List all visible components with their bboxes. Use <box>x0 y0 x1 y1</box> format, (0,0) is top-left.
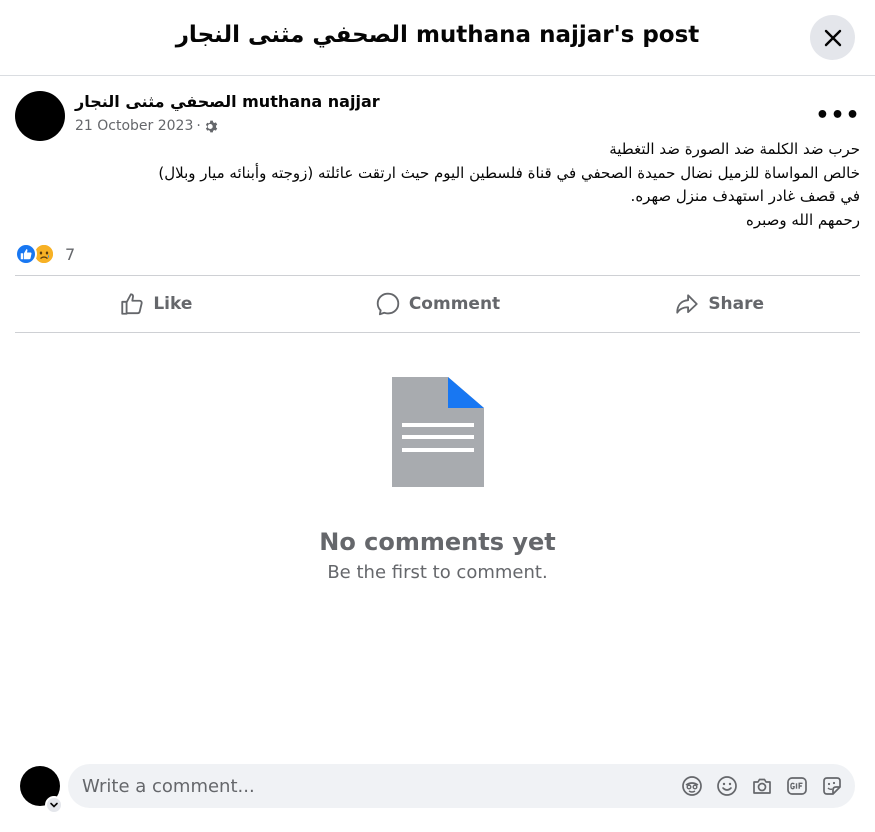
share-icon <box>676 294 698 314</box>
document-icon <box>391 377 484 487</box>
author-name[interactable]: الصحفي مثنى النجار muthana najjar <box>75 92 380 111</box>
reaction-count[interactable]: 7 <box>65 245 75 264</box>
comment-input[interactable] <box>82 764 662 808</box>
close-icon <box>824 29 841 46</box>
like-button[interactable]: Like <box>15 276 297 332</box>
dialog-title: الصحفي مثنى النجار muthana najjar's post <box>175 22 700 48</box>
comment-label: Comment <box>408 294 501 314</box>
post-text-line: في قصف غادر استهدف منزل صهره. <box>630 187 860 205</box>
action-bar: Like Comment Share <box>15 276 860 332</box>
comment-button[interactable]: Comment <box>297 276 579 332</box>
post-text-line: رحمهم الله وصبره <box>745 210 860 229</box>
empty-comments-subtitle: Be the first to comment. <box>327 562 548 583</box>
post-meta: 21 October 2023 · <box>75 118 219 134</box>
empty-comments-title: No comments yet <box>319 528 556 556</box>
gear-icon[interactable] <box>204 119 219 134</box>
author-avatar[interactable] <box>15 91 65 141</box>
divider <box>15 332 860 333</box>
emoji-icon[interactable] <box>716 775 738 797</box>
like-reaction-icon <box>15 243 37 265</box>
close-button[interactable] <box>810 15 855 60</box>
post-text-line: حرب ضد الكلمة ضد الصورة ضد التغطية <box>609 140 860 158</box>
chevron-down-icon[interactable] <box>45 796 63 814</box>
empty-comments <box>0 377 875 491</box>
reactions-summary[interactable]: 7 <box>15 241 75 267</box>
post-text-line: خالص المواساة للزميل نضال حميدة الصحفي ف… <box>158 163 860 182</box>
comment-icon <box>376 292 400 316</box>
meta-separator: · <box>196 118 201 134</box>
share-button[interactable]: Share <box>578 276 860 332</box>
camera-icon[interactable] <box>751 775 773 797</box>
dialog-header: الصحفي مثنى النجار muthana najjar's post <box>0 0 875 76</box>
share-label: Share <box>708 294 765 314</box>
more-options-button[interactable]: ••• <box>815 100 859 130</box>
like-icon <box>121 293 143 315</box>
post-text: حرب ضد الكلمة ضد الصورة ضد التغطية خالص … <box>15 138 860 232</box>
comment-composer <box>68 764 855 808</box>
gif-icon[interactable] <box>786 775 808 797</box>
avatar-sticker-icon[interactable] <box>681 775 703 797</box>
like-label: Like <box>153 294 193 314</box>
post-date[interactable]: 21 October 2023 <box>75 118 193 134</box>
sticker-icon[interactable] <box>821 775 843 797</box>
